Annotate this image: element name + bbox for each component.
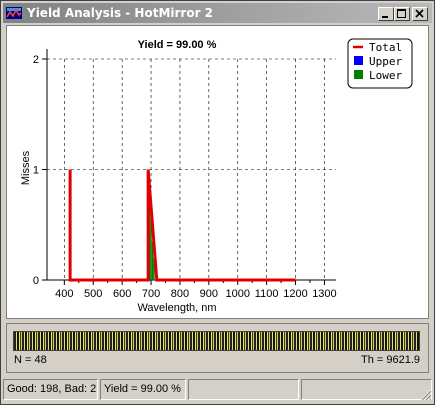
x-tick-label: 1100 xyxy=(255,288,279,300)
x-tick-label: 500 xyxy=(84,288,102,300)
close-button[interactable] xyxy=(412,7,428,21)
chart-axes xyxy=(46,49,336,281)
app-icon xyxy=(6,7,22,19)
x-tick-label: 400 xyxy=(55,288,73,300)
threshold-strip-panel: N = 48 Th = 9621.9 xyxy=(6,323,429,373)
close-icon xyxy=(415,9,424,18)
legend-label: Total xyxy=(369,41,402,54)
chart-series xyxy=(68,169,296,282)
status-good-bad: Good: 198, Bad: 2 xyxy=(3,379,98,400)
minimize-icon xyxy=(382,16,388,18)
window-title: Yield Analysis - HotMirror 2 xyxy=(27,6,214,20)
x-tick-label: 600 xyxy=(113,288,131,300)
legend-swatch-lower xyxy=(354,70,363,79)
chart-ticks: 400 500 600 700 800 900 1000 1100 1200 1300 0 1 2 xyxy=(33,54,337,300)
legend-swatch-upper xyxy=(354,56,363,65)
threshold-strip[interactable] xyxy=(13,331,420,351)
total-series-line xyxy=(68,169,296,282)
x-tick-label: 1300 xyxy=(312,288,336,300)
y-tick-label: 0 xyxy=(33,275,39,287)
status-bar: Good: 198, Bad: 2 Yield = 99.00 % xyxy=(3,379,432,401)
legend-label: Upper xyxy=(369,55,402,68)
status-pane-3 xyxy=(188,379,299,400)
title-bar[interactable]: Yield Analysis - HotMirror 2 xyxy=(3,3,432,23)
minimize-button[interactable] xyxy=(378,7,394,21)
yield-chart-panel: Yield = 99.00 % 400 500 600 700 800 900 1000 11… xyxy=(6,25,429,319)
chart-title: Yield = 99.00 % xyxy=(138,39,217,51)
x-tick-label: 700 xyxy=(142,288,160,300)
status-pane-4 xyxy=(301,379,432,400)
yield-chart: Yield = 99.00 % 400 500 600 700 800 900 1000 11… xyxy=(20,38,413,314)
x-tick-label: 1000 xyxy=(225,288,249,300)
x-tick-label: 800 xyxy=(171,288,189,300)
threshold-label: Th = 9621.9 xyxy=(360,354,420,366)
resize-grip-icon[interactable] xyxy=(418,387,432,401)
n-count-label: N = 48 xyxy=(14,354,47,366)
maximize-button[interactable] xyxy=(394,7,410,21)
y-tick-label: 1 xyxy=(33,165,39,177)
status-yield: Yield = 99.00 % xyxy=(100,379,186,400)
yield-analysis-window: Yield Analysis - HotMirror 2 Yield = 99.… xyxy=(0,0,435,405)
maximize-icon xyxy=(397,9,406,18)
x-axis-label: Wavelength, nm xyxy=(137,302,216,314)
chart-grid xyxy=(47,58,336,280)
x-tick-label: 900 xyxy=(200,288,218,300)
y-tick-label: 2 xyxy=(33,54,39,66)
x-tick-label: 1200 xyxy=(283,288,307,300)
legend-label: Lower xyxy=(369,69,402,82)
y-axis-label: Misses xyxy=(20,150,32,185)
chart-legend: TotalUpperLower xyxy=(347,38,413,89)
